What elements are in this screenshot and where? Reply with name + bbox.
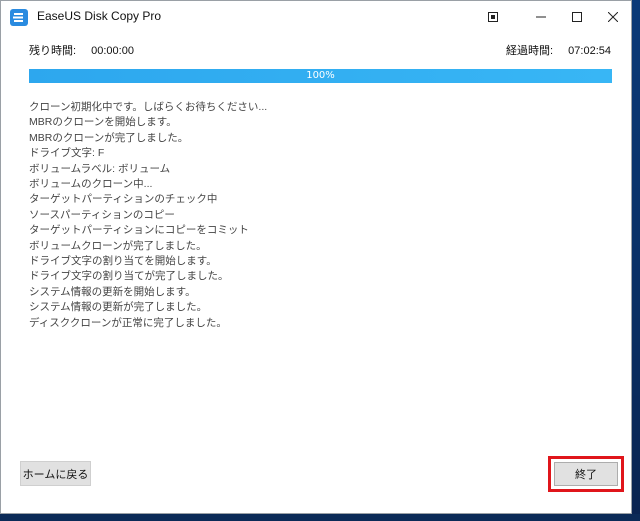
log-line: クローン初期化中です。しばらくお待ちください... [29,101,268,113]
log-line: ドライブ文字の割り当てを開始します。 [29,255,217,268]
log-line: ドライブ文字の割り当てが完了しました。 [29,270,229,283]
app-window: EaseUS Disk Copy Pro 残り時間: 00:00:00 経過時間… [0,0,632,514]
window-title: EaseUS Disk Copy Pro [37,9,162,23]
pin-icon[interactable] [471,1,515,33]
log-line: ターゲットパーティションのチェック中 [29,193,218,206]
remaining-time-label: 残り時間: [29,45,77,57]
log-line: MBRのクローンを開始します。 [29,116,177,129]
title-bar: EaseUS Disk Copy Pro [1,1,631,33]
easeus-app-icon [10,9,28,26]
clone-progress-bar: 100% [29,69,612,83]
elapsed-time-value: 07:02:54 [568,45,611,57]
remaining-time: 残り時間: 00:00:00 [29,42,134,58]
desktop-background [0,514,640,521]
remaining-time-value: 00:00:00 [91,45,134,57]
log-line: ボリュームのクローン中... [29,178,153,191]
progress-label: 100% [306,70,335,81]
log-line: MBRのクローンが完了しました。 [29,131,189,144]
log-line: ボリュームクローンが完了しました。 [29,239,207,252]
log-line: ドライブ文字: F [29,147,105,160]
log-line: ボリュームラベル: ボリューム [29,162,171,175]
log-line: ディスククローンが正常に完了しました。 [29,316,227,329]
finish-button[interactable]: 終了 [554,462,618,486]
finish-button-highlight: 終了 [548,456,624,492]
clone-log: クローン初期化中です。しばらくお待ちください... MBRのクローンを開始します。… [29,100,589,331]
close-icon[interactable] [591,1,635,33]
back-to-home-button[interactable]: ホームに戻る [20,461,91,486]
elapsed-time-label: 経過時間: [506,45,554,57]
log-line: ソースパーティションのコピー [29,208,175,221]
log-line: ターゲットパーティションにコピーをコミット [29,224,249,237]
elapsed-time: 経過時間: 07:02:54 [506,42,611,58]
log-line: システム情報の更新が完了しました。 [29,301,208,314]
log-line: システム情報の更新を開始します。 [29,285,196,298]
